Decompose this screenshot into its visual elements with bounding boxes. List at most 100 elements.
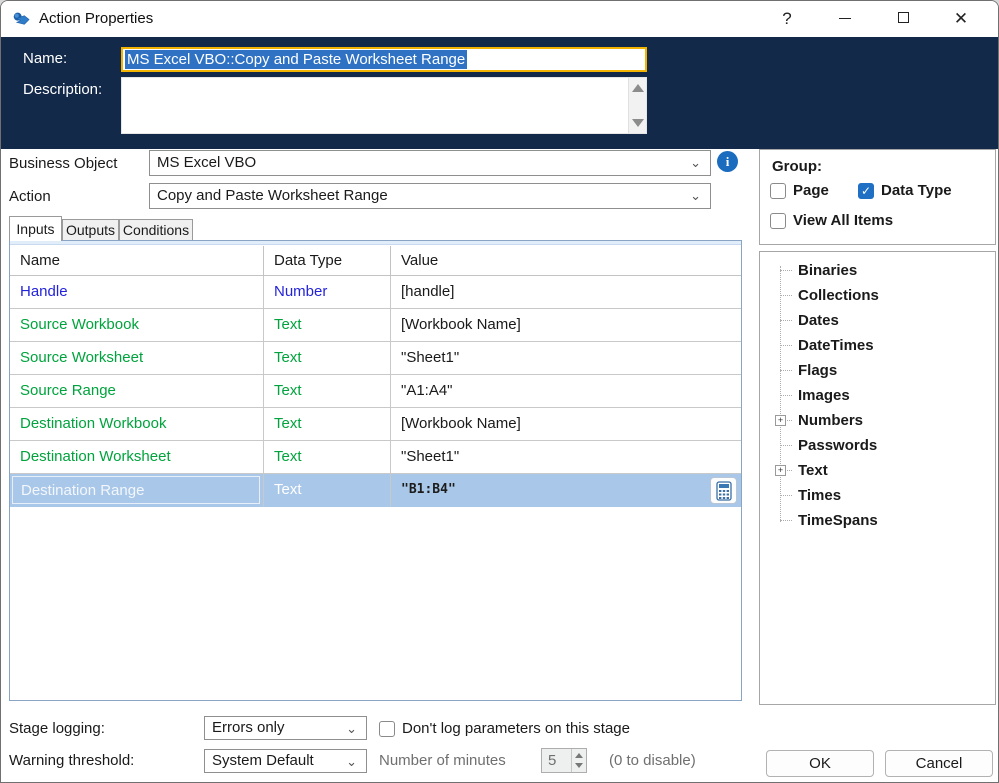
param-datatype-cell[interactable]: Text (264, 474, 391, 507)
maximize-button[interactable] (881, 1, 925, 37)
inputs-table: Name Data Type Value HandleNumber[handle… (9, 240, 742, 701)
spinner-up-icon[interactable] (575, 753, 583, 758)
description-scrollbar[interactable] (628, 78, 646, 133)
minutes-spinner[interactable]: 5 (541, 748, 587, 773)
tree-item-collections[interactable]: Collections (760, 283, 995, 308)
param-value-cell[interactable]: [handle] (391, 276, 741, 309)
tab-inputs[interactable]: Inputs (9, 216, 62, 241)
param-name-cell[interactable]: Source Range (10, 375, 264, 408)
param-name-cell[interactable]: Destination Worksheet (10, 441, 264, 474)
tree-item-label: Dates (798, 308, 839, 333)
business-object-value: MS Excel VBO (157, 154, 256, 171)
stage-logging-dropdown[interactable]: Errors only ⌄ (204, 716, 367, 740)
warning-threshold-label: Warning threshold: (9, 749, 134, 773)
tree-item-label: Images (798, 383, 850, 408)
table-row[interactable]: Source WorksheetText"Sheet1" (10, 342, 741, 375)
scroll-up-icon[interactable] (632, 84, 644, 92)
grid-top-strip (10, 241, 741, 245)
expand-icon[interactable]: + (775, 465, 786, 476)
tree-item-label: DateTimes (798, 333, 874, 358)
param-datatype-cell[interactable]: Text (264, 441, 391, 474)
table-row[interactable]: HandleNumber[handle] (10, 276, 741, 309)
checkbox-view-all-items[interactable]: View All Items (770, 212, 893, 229)
table-row[interactable]: Source RangeText"A1:A4" (10, 375, 741, 408)
tree-item-label: Numbers (798, 408, 863, 433)
action-properties-dialog: Action Properties ? ✕ Name: MS Excel VBO… (0, 0, 999, 783)
tab-outputs[interactable]: Outputs (62, 219, 119, 241)
checkbox-data-type-label: Data Type (881, 182, 952, 199)
cancel-button[interactable]: Cancel (885, 750, 993, 777)
param-value-cell[interactable]: "Sheet1" (391, 441, 741, 474)
group-title: Group: (772, 158, 822, 175)
dont-log-checkbox[interactable]: Don't log parameters on this stage (379, 720, 630, 737)
help-button[interactable]: ? (765, 1, 809, 37)
tree-item-timespans[interactable]: TimeSpans (760, 508, 995, 533)
spinner-down-icon[interactable] (575, 763, 583, 768)
param-name-cell[interactable]: Handle (10, 276, 264, 309)
tree-connector (780, 520, 792, 521)
param-datatype-cell[interactable]: Text (264, 342, 391, 375)
scroll-down-icon[interactable] (632, 119, 644, 127)
spinner-buttons[interactable] (571, 749, 586, 772)
param-name-cell[interactable]: Destination Range (10, 474, 264, 507)
param-name-cell[interactable]: Destination Workbook (10, 408, 264, 441)
tree-item-datetimes[interactable]: DateTimes (760, 333, 995, 358)
param-value-cell[interactable]: "Sheet1" (391, 342, 741, 375)
table-row[interactable]: Destination RangeText"B1:B4" (10, 474, 741, 507)
param-datatype-cell[interactable]: Text (264, 408, 391, 441)
param-value-cell[interactable]: [Workbook Name] (391, 309, 741, 342)
checkbox-icon[interactable]: ✓ (858, 183, 874, 199)
tree-item-dates[interactable]: Dates (760, 308, 995, 333)
ok-button[interactable]: OK (766, 750, 874, 777)
table-row[interactable]: Destination WorksheetText"Sheet1" (10, 441, 741, 474)
param-value-cell[interactable]: "A1:A4" (391, 375, 741, 408)
tree-item-binaries[interactable]: Binaries (760, 258, 995, 283)
checkbox-page[interactable]: Page (770, 182, 829, 199)
name-label: Name: (23, 50, 67, 67)
tree-connector (780, 495, 792, 496)
minutes-value: 5 (548, 749, 556, 772)
tree-item-label: Text (798, 458, 828, 483)
expand-icon[interactable]: + (775, 415, 786, 426)
tree-item-label: TimeSpans (798, 508, 878, 533)
table-row[interactable]: Source WorkbookText[Workbook Name] (10, 309, 741, 342)
data-items-tree: BinariesCollectionsDatesDateTimesFlagsIm… (760, 258, 995, 704)
param-datatype-cell[interactable]: Text (264, 375, 391, 408)
expression-editor-button[interactable] (710, 477, 737, 504)
business-object-dropdown[interactable]: MS Excel VBO ⌄ (149, 150, 711, 176)
param-name-editbox[interactable]: Destination Range (12, 476, 260, 504)
table-row[interactable]: Destination WorkbookText[Workbook Name] (10, 408, 741, 441)
checkbox-icon[interactable] (770, 183, 786, 199)
chevron-down-icon: ⌄ (346, 750, 357, 774)
window-title: Action Properties (39, 1, 153, 37)
param-name-cell[interactable]: Source Worksheet (10, 342, 264, 375)
tree-item-passwords[interactable]: Passwords (760, 433, 995, 458)
param-name-cell[interactable]: Source Workbook (10, 309, 264, 342)
tree-connector (780, 320, 792, 321)
checkbox-icon[interactable] (770, 213, 786, 229)
titlebar: Action Properties ? ✕ (1, 1, 998, 37)
dont-log-label: Don't log parameters on this stage (402, 720, 630, 737)
close-button[interactable]: ✕ (939, 1, 983, 37)
tab-conditions[interactable]: Conditions (119, 219, 193, 241)
warning-threshold-dropdown[interactable]: System Default ⌄ (204, 749, 367, 773)
tree-item-times[interactable]: Times (760, 483, 995, 508)
checkbox-icon[interactable] (379, 721, 395, 737)
checkbox-view-all-items-label: View All Items (793, 212, 893, 229)
param-datatype-cell[interactable]: Number (264, 276, 391, 309)
param-datatype-cell[interactable]: Text (264, 309, 391, 342)
tree-item-images[interactable]: Images (760, 383, 995, 408)
param-value-cell[interactable]: "B1:B4" (391, 474, 741, 507)
info-icon[interactable]: i (717, 151, 738, 172)
param-value-cell[interactable]: [Workbook Name] (391, 408, 741, 441)
tree-connector (780, 295, 792, 296)
description-textarea[interactable] (121, 77, 647, 134)
checkbox-data-type[interactable]: ✓ Data Type (858, 182, 952, 199)
action-dropdown[interactable]: Copy and Paste Worksheet Range ⌄ (149, 183, 711, 209)
name-input[interactable]: MS Excel VBO::Copy and Paste Worksheet R… (121, 47, 647, 72)
tree-item-flags[interactable]: Flags (760, 358, 995, 383)
tree-item-numbers[interactable]: + Numbers (760, 408, 995, 433)
number-of-minutes-label: Number of minutes (379, 749, 506, 773)
minimize-button[interactable] (823, 1, 867, 37)
tree-item-text[interactable]: + Text (760, 458, 995, 483)
